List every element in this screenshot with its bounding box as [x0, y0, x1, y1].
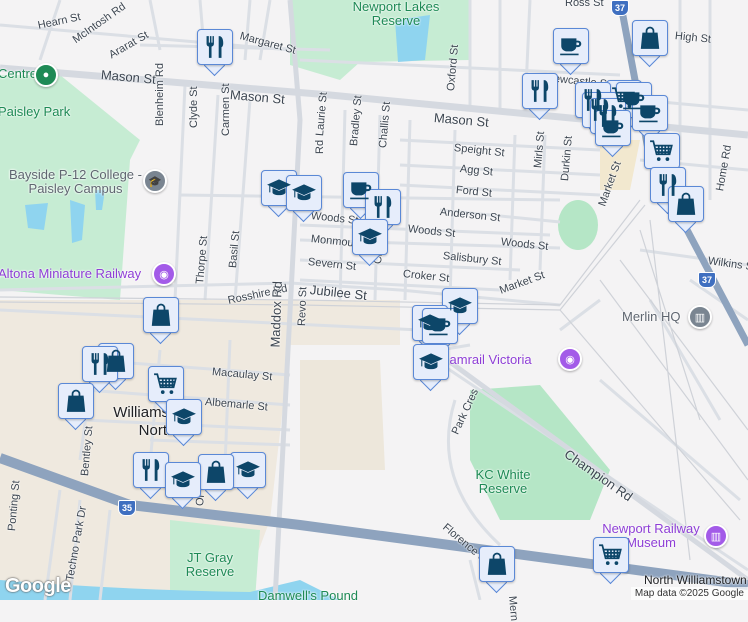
map-attribution[interactable]: Map data ©2025 Google: [630, 587, 748, 600]
graduation-cap-icon: [291, 180, 317, 206]
shopping-bag-icon: [148, 302, 174, 328]
google-logo: Google: [5, 575, 71, 597]
fork-knife-icon: [370, 194, 396, 220]
restaurant-marker[interactable]: [197, 29, 233, 77]
shopping-marker[interactable]: [143, 297, 179, 345]
street-label: Clyde St: [188, 86, 200, 128]
shopping-cart-icon: [649, 138, 675, 164]
graduation-cap-icon: [235, 457, 261, 483]
education-marker[interactable]: [166, 399, 202, 447]
education-marker[interactable]: [413, 344, 449, 392]
shopping-bag-icon: [637, 25, 663, 51]
building-pin-icon[interactable]: ▥: [688, 305, 712, 329]
fork-knife-icon: [527, 78, 553, 104]
graduation-cap-icon: [170, 467, 196, 493]
poi-pin-icon[interactable]: ●: [34, 63, 58, 87]
street-label: Carmen St: [220, 83, 232, 136]
museum-pin-icon[interactable]: ▥: [704, 524, 728, 548]
shopping-bag-icon: [484, 551, 510, 577]
restaurant-marker[interactable]: [522, 73, 558, 121]
coffee-cup-icon: [558, 33, 584, 59]
street-label: Ross St: [565, 0, 604, 9]
place-label-kc-white-reserve[interactable]: KC White Reserve: [468, 468, 538, 496]
street-label: Blenheim Rd: [154, 63, 166, 126]
cafe-marker[interactable]: [595, 110, 631, 158]
coffee-cup-icon: [637, 100, 663, 126]
coffee-cup-icon: [427, 313, 453, 339]
shopping-cart-icon: [598, 542, 624, 568]
place-label-paisley-park[interactable]: Paisley Park: [0, 105, 70, 119]
street-label: Rd: [314, 139, 326, 154]
route-35-shield: 35: [118, 500, 136, 516]
graduation-cap-icon: [357, 224, 383, 250]
shopping-bag-icon: [673, 191, 699, 217]
coffee-cup-icon: [600, 115, 626, 141]
shopping-marker[interactable]: [632, 20, 668, 68]
industrial-area: [300, 360, 385, 470]
school-pin-icon[interactable]: 🎓: [143, 169, 167, 193]
place-label-north-williamstown[interactable]: North Williamstown: [644, 573, 747, 587]
shopping-bag-icon: [203, 459, 229, 485]
education-marker[interactable]: [352, 219, 388, 267]
place-label-centre[interactable]: Centre: [0, 67, 37, 81]
graduation-cap-icon: [171, 404, 197, 430]
fork-knife-icon: [87, 351, 113, 377]
street-label: Revo St: [296, 286, 310, 327]
place-label-bayside-college[interactable]: Bayside P-12 College - Paisley Campus: [8, 168, 143, 196]
restaurant-marker[interactable]: [133, 452, 169, 500]
oval-park: [558, 200, 598, 250]
shopping-marker[interactable]: [668, 186, 704, 234]
shopping-marker[interactable]: [58, 383, 94, 431]
place-label-merlin-hq[interactable]: Merlin HQ: [622, 310, 681, 324]
camera-pin-icon[interactable]: ◉: [152, 262, 176, 286]
education-marker[interactable]: [165, 462, 201, 510]
place-label-altona-railway[interactable]: Altona Miniature Railway: [0, 267, 141, 281]
place-label-jt-gray-reserve[interactable]: JT Gray Reserve: [180, 551, 240, 579]
education-marker[interactable]: [286, 175, 322, 223]
shopping-marker[interactable]: [198, 454, 234, 502]
route-37-shield: 37: [698, 272, 716, 288]
kc-white-reserve-park: [470, 385, 610, 520]
cafe-marker[interactable]: [553, 28, 589, 76]
graduation-cap-icon: [266, 175, 292, 201]
street-label: Maddox Rd: [267, 280, 285, 348]
place-label-pound[interactable]: Damwell's Pound: [258, 589, 358, 603]
street-label: Mern: [506, 595, 521, 622]
shopping-marker[interactable]: [479, 546, 515, 594]
fork-knife-icon: [202, 34, 228, 60]
route-37-shield: 37: [611, 0, 629, 16]
education-marker[interactable]: [230, 452, 266, 500]
grocery-marker[interactable]: [593, 537, 629, 585]
fork-knife-icon: [138, 457, 164, 483]
graduation-cap-icon: [418, 349, 444, 375]
camera-pin-icon[interactable]: ◉: [558, 347, 582, 371]
place-label-newport-lakes[interactable]: Newport Lakes Reserve: [350, 0, 442, 28]
shopping-cart-icon: [153, 371, 179, 397]
shopping-bag-icon: [63, 388, 89, 414]
